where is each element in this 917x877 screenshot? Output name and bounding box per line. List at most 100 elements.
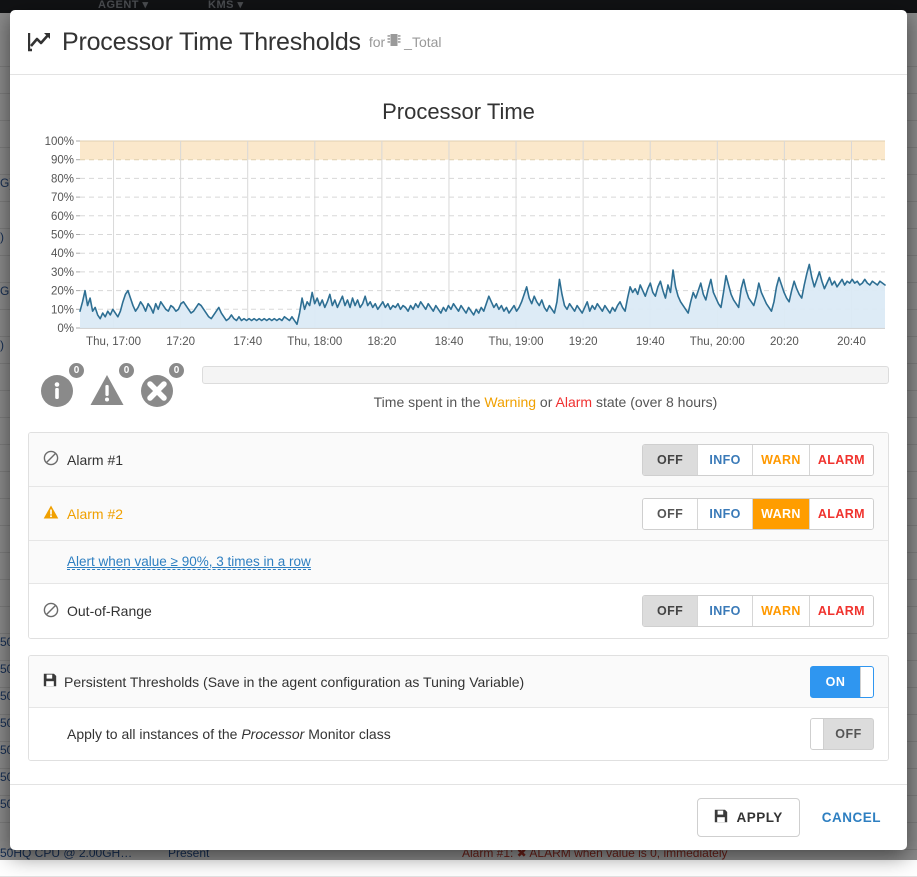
warning-badge-count: 0 (117, 361, 136, 380)
apply-all-instances-row: Apply to all instances of the Processor … (29, 708, 888, 760)
svg-text:80%: 80% (51, 173, 74, 185)
svg-text:17:40: 17:40 (233, 336, 262, 348)
svg-text:20:40: 20:40 (837, 336, 866, 348)
alarm-badge[interactable]: 0 (138, 364, 184, 410)
apply-all-prefix: Apply to all instances of the (67, 726, 241, 742)
chart-title: Processor Time (28, 99, 889, 125)
svg-text:100%: 100% (45, 136, 74, 148)
seg-info-2[interactable]: INFO (698, 499, 753, 529)
svg-text:20%: 20% (51, 286, 74, 298)
threshold-row-alarm-1: Alarm #1 OFF INFO WARN ALARM (29, 433, 888, 487)
caption-prefix: Time spent in the (374, 394, 485, 410)
threshold-state-selector-2: OFF INFO WARN ALARM (642, 498, 874, 530)
seg-alarm-oor[interactable]: ALARM (810, 596, 873, 626)
threshold-label-wrap-1: Alarm #1 (43, 450, 642, 469)
cancel-button[interactable]: CANCEL (818, 804, 885, 831)
state-summary-row: 0 0 0 Time spent in (10, 358, 907, 418)
chart-container[interactable]: 0%10%20%30%40%50%60%70%80%90%100%Thu, 17… (28, 133, 889, 358)
chart-line-icon (28, 31, 52, 53)
seg-off-1[interactable]: OFF (643, 445, 698, 475)
info-badge[interactable]: 0 (38, 364, 84, 410)
apply-all-toggle[interactable]: OFF (810, 718, 874, 750)
state-meter-column: Time spent in the Warning or Alarm state… (188, 364, 889, 410)
svg-text:60%: 60% (51, 211, 74, 223)
apply-all-emphasis: Processor (241, 726, 304, 742)
seg-warn-1[interactable]: WARN (753, 445, 810, 475)
state-meter-caption: Time spent in the Warning or Alarm state… (202, 394, 889, 410)
apply-all-toggle-label: OFF (824, 727, 873, 741)
threshold-label-1: Alarm #1 (67, 452, 123, 468)
threshold-state-selector-oor: OFF INFO WARN ALARM (642, 595, 874, 627)
seg-off-2[interactable]: OFF (643, 499, 698, 529)
caption-alarm-word: Alarm (556, 394, 593, 410)
apply-button[interactable]: APPLY (697, 798, 799, 837)
dialog-header: Processor Time Thresholds for _Total (10, 10, 907, 75)
toggle-knob (860, 667, 873, 697)
state-time-meter (202, 366, 889, 384)
svg-text:17:20: 17:20 (166, 336, 195, 348)
svg-text:Thu, 18:00: Thu, 18:00 (287, 336, 342, 348)
svg-text:18:20: 18:20 (367, 336, 396, 348)
svg-text:40%: 40% (51, 248, 74, 260)
save-icon (43, 673, 57, 690)
seg-info-1[interactable]: INFO (698, 445, 753, 475)
svg-text:50%: 50% (51, 230, 74, 242)
apply-button-label: APPLY (736, 810, 782, 825)
threshold-row-alarm-2: Alarm #2 OFF INFO WARN ALARM (29, 487, 888, 541)
svg-text:30%: 30% (51, 267, 74, 279)
svg-text:18:40: 18:40 (435, 336, 464, 348)
svg-text:Thu, 17:00: Thu, 17:00 (86, 336, 141, 348)
no-entry-icon (43, 602, 59, 621)
svg-text:19:20: 19:20 (569, 336, 598, 348)
dialog-body: Processor Time 0% 10% 20% 30% 40% 50% 60% 70% 80… (10, 75, 907, 784)
threshold-list: Alarm #1 OFF INFO WARN ALARM (28, 432, 889, 639)
svg-text:19:40: 19:40 (636, 336, 665, 348)
processor-time-chart[interactable]: 0%10%20%30%40%50%60%70%80%90%100%Thu, 17… (28, 133, 889, 358)
caption-warning-word: Warning (484, 394, 536, 410)
thresholds-dialog: Processor Time Thresholds for _Total Pro… (10, 10, 907, 850)
apply-all-suffix: Monitor class (304, 726, 390, 742)
caption-mid: or (536, 394, 555, 410)
svg-text:20:20: 20:20 (770, 336, 799, 348)
seg-alarm-1[interactable]: ALARM (810, 445, 873, 475)
seg-warn-2[interactable]: WARN (753, 499, 810, 529)
warning-triangle-icon (43, 504, 59, 523)
seg-alarm-2[interactable]: ALARM (810, 499, 873, 529)
persistent-thresholds-row: Persistent Thresholds (Save in the agent… (29, 656, 888, 708)
warning-badge[interactable]: 0 (88, 364, 134, 410)
alarm-badge-count: 0 (167, 361, 186, 380)
save-icon (714, 809, 728, 826)
seg-info-oor[interactable]: INFO (698, 596, 753, 626)
instance-name: _Total (404, 34, 441, 50)
svg-text:70%: 70% (51, 192, 74, 204)
threshold-label-2: Alarm #2 (67, 506, 123, 522)
options-section: Persistent Thresholds (Save in the agent… (28, 655, 889, 761)
threshold-label-wrap-oor: Out-of-Range (43, 602, 642, 621)
threshold-state-selector-1: OFF INFO WARN ALARM (642, 444, 874, 476)
persistent-thresholds-toggle[interactable]: ON (810, 666, 874, 698)
threshold-condition-row: Alert when value ≥ 90%, 3 times in a row (29, 541, 888, 584)
page-title: Processor Time Thresholds (62, 28, 361, 57)
threshold-condition-link[interactable]: Alert when value ≥ 90%, 3 times in a row (67, 554, 311, 570)
threshold-label-oor: Out-of-Range (67, 603, 152, 619)
svg-text:Thu, 20:00: Thu, 20:00 (690, 336, 745, 348)
seg-warn-oor[interactable]: WARN (753, 596, 810, 626)
chart-section: Processor Time 0% 10% 20% 30% 40% 50% 60% 70% 80… (10, 75, 907, 358)
info-badge-count: 0 (67, 361, 86, 380)
persistent-thresholds-label: Persistent Thresholds (Save in the agent… (64, 674, 524, 690)
title-for-word: for (369, 34, 385, 50)
no-entry-icon (43, 450, 59, 469)
persistent-thresholds-label-wrap: Persistent Thresholds (Save in the agent… (43, 673, 810, 690)
toggle-knob (811, 719, 824, 749)
microchip-icon (387, 32, 401, 53)
svg-text:Thu, 19:00: Thu, 19:00 (489, 336, 544, 348)
apply-all-label-wrap: Apply to all instances of the Processor … (67, 726, 810, 742)
svg-text:10%: 10% (51, 304, 74, 316)
persistent-thresholds-toggle-label: ON (811, 675, 860, 689)
caption-suffix: state (over 8 hours) (592, 394, 717, 410)
seg-off-oor[interactable]: OFF (643, 596, 698, 626)
threshold-row-out-of-range: Out-of-Range OFF INFO WARN ALARM (29, 584, 888, 638)
threshold-label-wrap-2: Alarm #2 (43, 504, 642, 523)
dialog-footer: APPLY CANCEL (10, 784, 907, 850)
svg-text:0%: 0% (57, 323, 74, 335)
